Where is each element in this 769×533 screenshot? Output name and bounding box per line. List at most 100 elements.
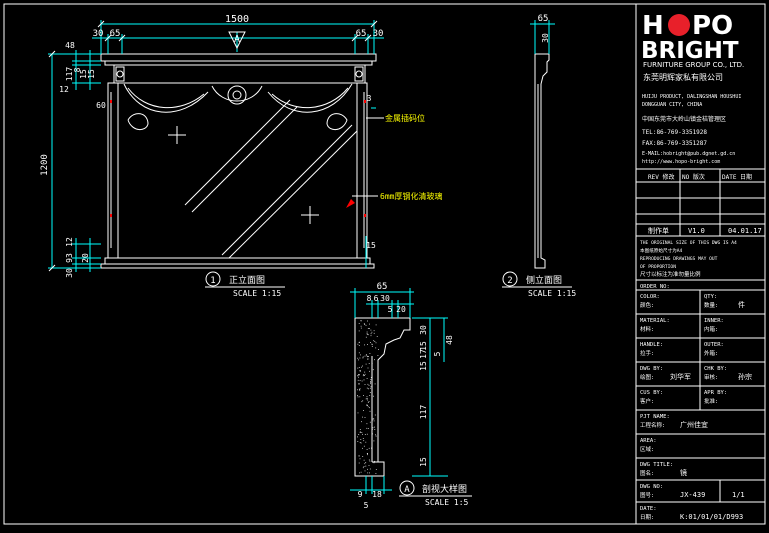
hatch-dot	[366, 433, 368, 435]
crown-band	[104, 60, 373, 66]
hatch-dot	[371, 331, 373, 333]
section-marker-label: A	[234, 34, 240, 45]
drawing-svg: A 1500 30 65 65 30 1200 48 117 8 15 12 1…	[3, 3, 766, 525]
hatch-dot	[367, 428, 369, 429]
address-en-2: DONGGUAN CITY, CHINA	[642, 102, 702, 108]
hatch-dot	[359, 472, 360, 474]
hatch-dot	[363, 440, 365, 442]
hatch-dot	[359, 431, 361, 433]
hatch-dot	[375, 435, 377, 437]
hatch-dot	[362, 438, 364, 439]
hatch-dot	[371, 380, 373, 382]
hatch-dot	[366, 378, 368, 379]
tb-row-value-4: 刘华军	[670, 372, 691, 381]
tb-row-label2-1: QTY:	[704, 294, 717, 300]
hatch-dot	[367, 402, 369, 403]
glass-arrow	[346, 199, 355, 208]
right-rosette	[355, 70, 363, 78]
hatch-dot	[357, 395, 358, 396]
hatch-dot	[359, 458, 361, 460]
hatch-dot	[367, 320, 368, 322]
dim-bot-30: 30	[65, 268, 74, 278]
hatch-dot	[358, 345, 360, 346]
hatch-dot	[370, 342, 371, 343]
detail-dim-8: 8	[367, 294, 372, 303]
hatch-dot	[357, 367, 359, 369]
hatch-dot	[373, 462, 375, 464]
tb-row-label-10: DATE:	[640, 506, 657, 512]
email: E-MAIL:hobright@pub.dgnet.gd.cn	[642, 151, 735, 157]
hatch-dot	[359, 429, 361, 430]
tb-row-label2-2: INNER:	[704, 318, 724, 324]
hatch-dot	[366, 404, 368, 406]
view-number-2: 2	[507, 276, 512, 286]
left-pilaster	[107, 82, 119, 259]
hatch-dot	[374, 429, 376, 430]
detail-dim-6: 6	[374, 294, 379, 303]
fixing-point-bl	[110, 214, 112, 217]
hatch-dot	[358, 455, 360, 457]
hatch-dot	[370, 386, 372, 388]
copyright-3: 尺寸以标注为准勿量比例	[640, 270, 701, 278]
hatch-dot	[368, 465, 370, 466]
hatch-dot	[357, 389, 358, 391]
detail-dim-r15b: 15	[419, 361, 428, 371]
dim-top-65-right: 65	[356, 29, 367, 39]
hatch-dot	[370, 377, 372, 378]
hatch-dot	[373, 440, 375, 442]
dim-1500: 1500	[225, 14, 249, 25]
hatch-dot	[375, 324, 377, 326]
hatch-dot	[367, 328, 369, 329]
fixing-point-br	[364, 214, 366, 217]
dim-bot-93: 93	[65, 253, 74, 263]
title-block-grid	[636, 168, 765, 503]
dim-top-65-left: 65	[110, 29, 121, 39]
hatch-dot	[365, 363, 367, 365]
hatch-dot	[365, 324, 367, 326]
hatch-dot	[357, 379, 359, 381]
hatch-dot	[361, 380, 363, 382]
hatch-dot	[371, 343, 373, 345]
hatch-dot	[367, 334, 369, 336]
hatch-dot	[367, 453, 368, 455]
tb-row-label-0: ORDER NO:	[640, 284, 670, 290]
base-plinth	[104, 257, 371, 265]
dim-left-60: 60	[96, 101, 106, 110]
hatch-dot	[357, 412, 359, 414]
hatch-dot	[359, 370, 361, 372]
no-header: NO 版次	[682, 173, 705, 181]
hatch-dot	[364, 434, 366, 435]
copyright-notes: THE ORIGINAL SIZE OF THIS DWG IS A4 本图纸原…	[640, 240, 737, 278]
view-scale-1: SCALE 1:15	[233, 289, 281, 298]
hatch-dot	[369, 370, 370, 372]
hatch-dot	[362, 416, 363, 418]
hatch-dot	[358, 376, 359, 378]
hatch-dot	[372, 418, 374, 420]
dim-top-30-left: 30	[93, 29, 104, 39]
dim-ticks	[48, 20, 378, 272]
hatch-dot	[373, 340, 375, 342]
hatch-dot	[364, 384, 366, 385]
tb-row-label-9: DWG NO:	[640, 484, 663, 490]
hatch-dot	[368, 447, 370, 449]
date-header: DATE 日期	[722, 173, 752, 181]
hatch-dot	[367, 367, 369, 369]
tb-row-label2-5: APR BY:	[704, 390, 727, 396]
web: http://www.hopo-bright.com	[642, 159, 720, 165]
hatch-dot	[369, 421, 371, 423]
hatch-dot	[369, 460, 371, 462]
tb-row-label2-cn-1: 数量:	[704, 301, 718, 309]
hatch-dot	[363, 395, 364, 396]
note-gold: 金属插码位	[385, 113, 425, 123]
copyright-1: THE ORIGINAL SIZE OF THIS DWG IS A4	[640, 240, 737, 246]
tb-row-value-10: K:01/01/01/D993	[680, 513, 743, 521]
hatch-dot	[368, 384, 370, 386]
hatch-dot	[372, 419, 373, 421]
dim-1200: 1200	[40, 154, 50, 176]
hatch-dot	[366, 398, 368, 399]
hatch-dot	[366, 449, 368, 450]
hatch-dot	[371, 447, 372, 449]
dim-left-48: 48	[65, 41, 75, 50]
hatch-dot	[358, 359, 359, 361]
hatch-dot	[363, 445, 365, 447]
